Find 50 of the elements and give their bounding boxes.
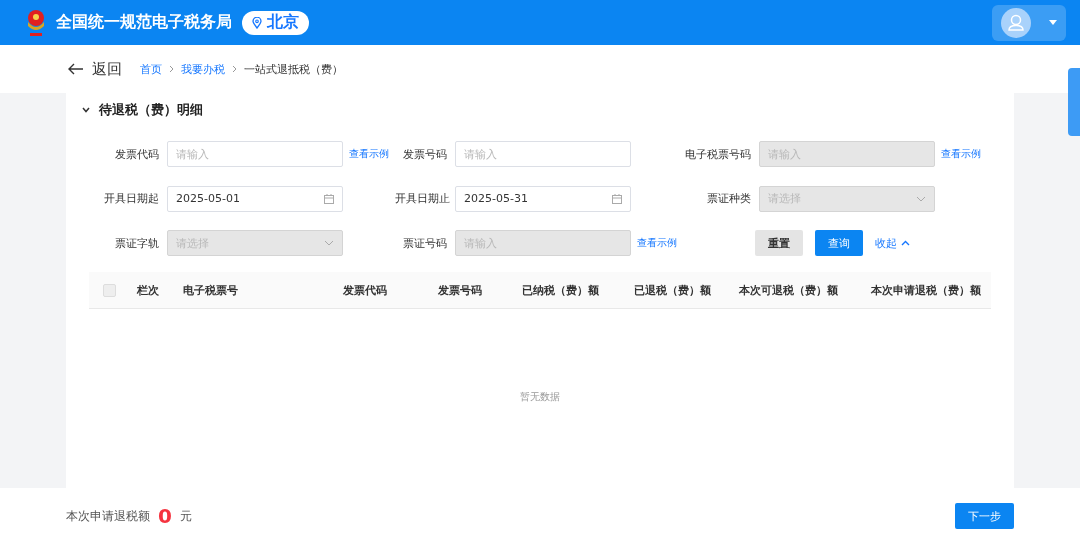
- field-label: 发票号码: [402, 146, 448, 162]
- field-label: 开具日期起: [103, 191, 160, 206]
- field-label: 票证字轨: [114, 235, 160, 251]
- column-header: 本次可退税（费）额: [739, 282, 839, 298]
- field-label: 票证种类: [706, 191, 752, 206]
- back-arrow-icon: [68, 63, 84, 75]
- breadcrumb-link[interactable]: 首页: [140, 61, 162, 77]
- site-title: 全国统一规范电子税务局: [56, 12, 232, 33]
- field-label: 电子税票号码: [684, 146, 752, 162]
- currency-unit: 元: [179, 507, 192, 525]
- example-link[interactable]: 查看示例: [349, 147, 395, 161]
- calendar-icon: [324, 193, 334, 204]
- next-step-button[interactable]: 下一步: [955, 503, 1014, 529]
- user-menu-button[interactable]: [992, 4, 1066, 41]
- date-field[interactable]: 2025-05-01: [167, 185, 343, 212]
- location-button[interactable]: 北京: [242, 10, 309, 35]
- location-pin-icon: [252, 16, 262, 29]
- date-field[interactable]: 2025-05-31: [455, 185, 631, 212]
- caret-icon: [1049, 20, 1057, 25]
- column-header: 发票号码: [438, 282, 483, 298]
- chevron-icon: [232, 65, 237, 73]
- chevron-icon: [169, 65, 174, 73]
- collapse-button[interactable]: 收起: [875, 235, 910, 251]
- query-button[interactable]: 查询: [815, 230, 863, 256]
- chevron-up-icon: [901, 240, 910, 246]
- reset-button[interactable]: 重置: [755, 230, 803, 256]
- section-toggle[interactable]: 待退税（费）明细: [66, 93, 1014, 119]
- avatar-icon: [1001, 7, 1031, 38]
- column-header: 发票代码: [343, 282, 388, 298]
- select-all-checkbox[interactable]: [103, 283, 116, 297]
- refund-total-label: 本次申请退税额: [66, 507, 150, 525]
- input-field[interactable]: 请输入: [455, 141, 631, 167]
- field-label: 发票代码: [114, 146, 160, 162]
- column-header: 电子税票号: [183, 282, 239, 298]
- column-header: 本次申请退税（费）额: [871, 282, 982, 298]
- column-header: 已纳税（费）额: [522, 282, 600, 298]
- input-field[interactable]: 请输入: [167, 141, 343, 167]
- chevron-icon: [82, 107, 90, 113]
- field-label: 票证号码: [402, 235, 448, 251]
- column-header: 已退税（费）额: [634, 282, 712, 298]
- calendar-icon: [612, 193, 622, 204]
- current-page-title: 一站式退抵税（费）: [244, 61, 343, 77]
- breadcrumb-link[interactable]: 我要办税: [181, 61, 225, 77]
- empty-message: 暂无数据: [520, 390, 560, 404]
- floating-side-tab[interactable]: [1068, 68, 1080, 136]
- column-header: 栏次: [137, 282, 160, 298]
- back-button[interactable]: 返回: [68, 59, 122, 79]
- section-title: 待退税（费）明细: [99, 101, 203, 119]
- field-label: 开具日期止: [395, 191, 451, 206]
- refund-amount: 0: [158, 504, 172, 528]
